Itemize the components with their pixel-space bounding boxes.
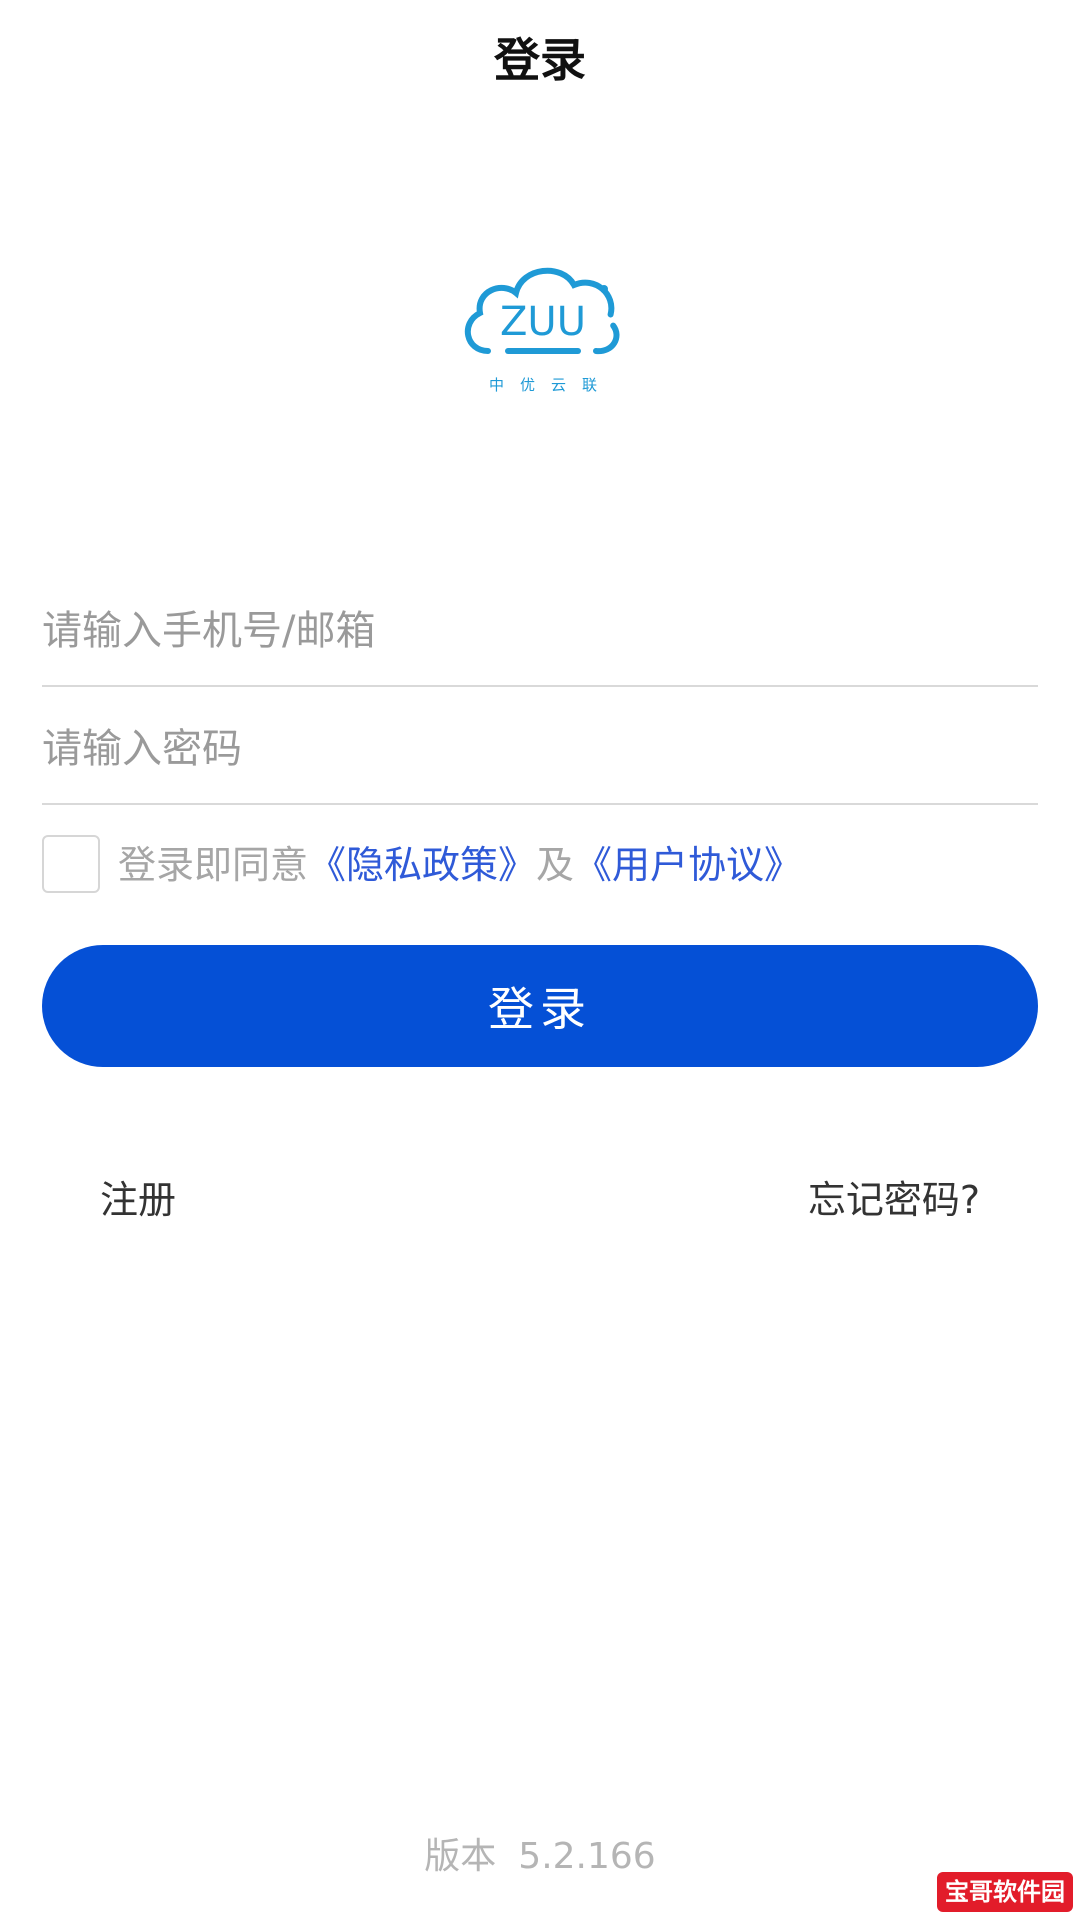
watermark-badge: 宝哥软件园: [937, 1872, 1073, 1912]
agreement-row: 登录即同意《隐私政策》及《用户协议》: [42, 835, 1038, 895]
logo-text: ZUU: [500, 299, 586, 345]
login-button[interactable]: 登录: [42, 945, 1038, 1067]
user-agreement-link[interactable]: 《用户协议》: [574, 843, 802, 887]
version-number: 5.2.166: [518, 1836, 656, 1877]
forgot-password-link[interactable]: 忘记密码?: [808, 1170, 980, 1230]
password-input[interactable]: [42, 711, 1038, 787]
phone-field-container: [42, 575, 1038, 687]
agreement-prefix: 登录即同意: [118, 843, 309, 887]
version-label: 版本: [424, 1836, 497, 1877]
page-title: 登录: [494, 33, 586, 87]
agreement-text: 登录即同意《隐私政策》及《用户协议》: [118, 835, 802, 895]
logo-tagline: 中优云联: [488, 376, 613, 394]
register-link[interactable]: 注册: [100, 1170, 176, 1230]
agreement-checkbox[interactable]: [42, 835, 100, 893]
app-logo: ZUU 中优云联: [458, 255, 628, 405]
agreement-conjunction: 及: [536, 843, 575, 887]
privacy-policy-link[interactable]: 《隐私政策》: [308, 843, 536, 887]
cloud-logo-icon: ZUU: [464, 267, 620, 355]
phone-email-input[interactable]: [42, 593, 1038, 669]
version-info: 版本 5.2.166: [0, 1832, 1080, 1882]
password-field-container: [42, 693, 1038, 805]
